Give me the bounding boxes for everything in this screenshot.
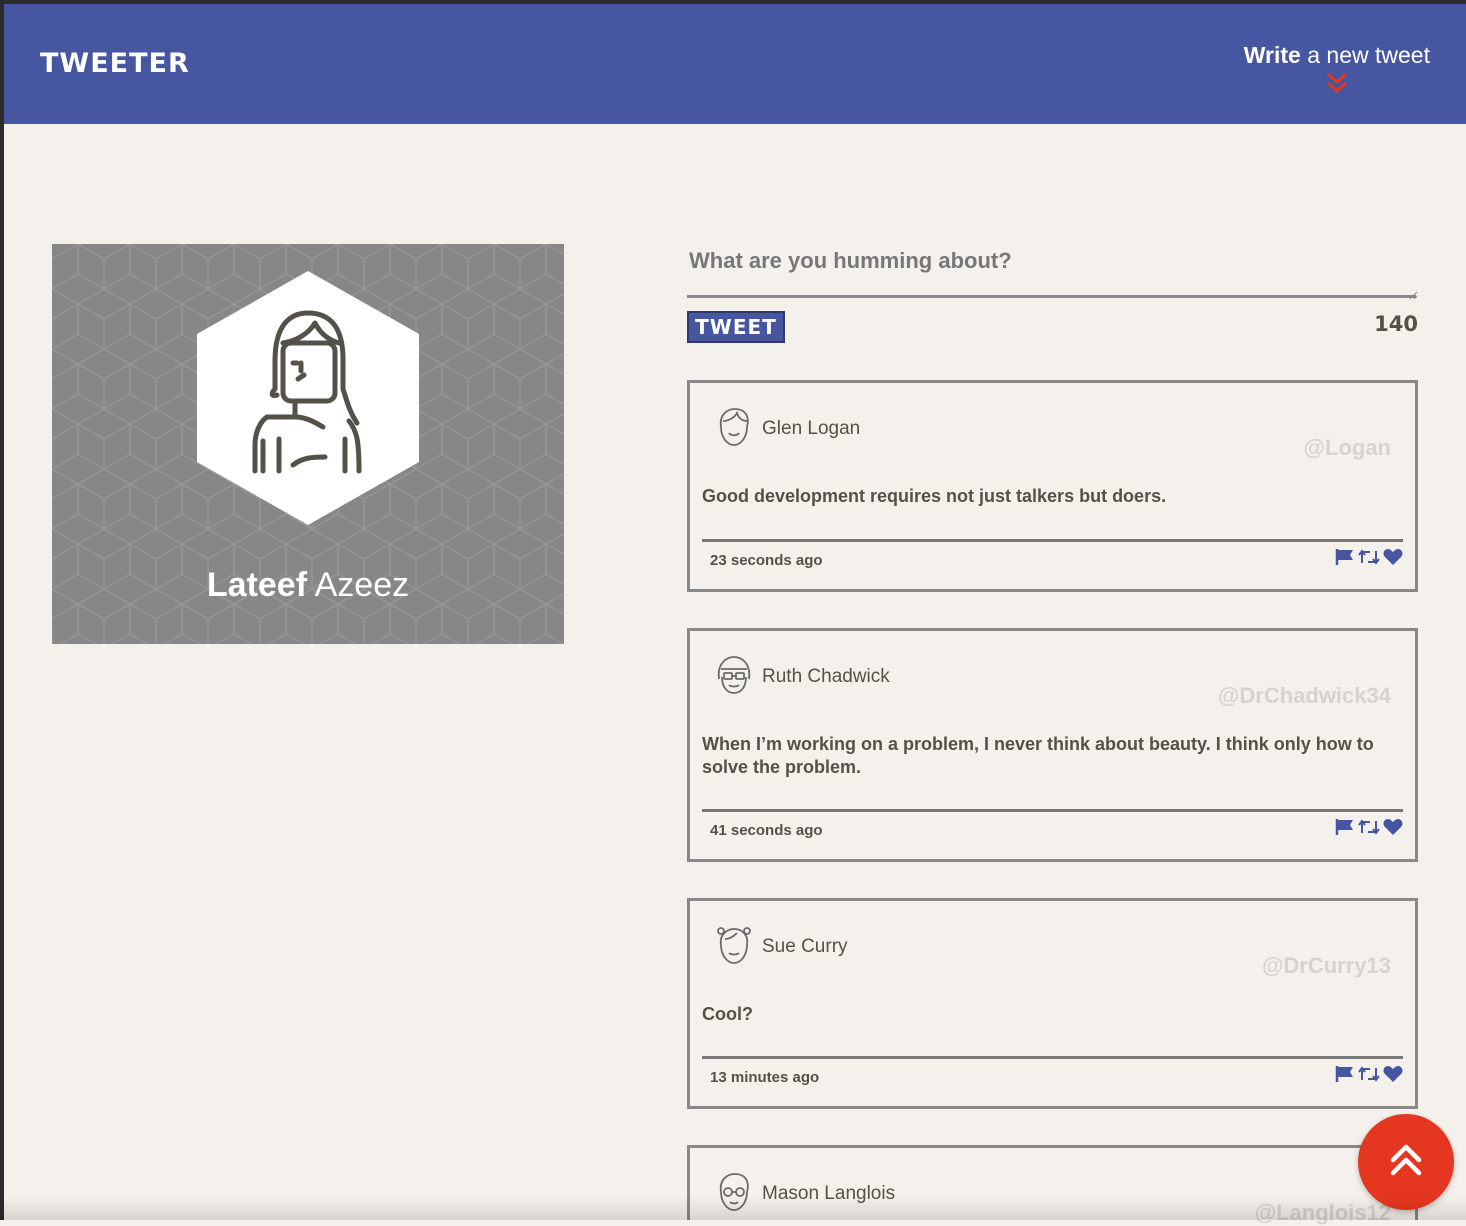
profile-name: Lateef Azeez: [52, 566, 564, 605]
tweet-timestamp: 41 seconds ago: [710, 822, 823, 839]
write-new-tweet-label: Write a new tweet: [1244, 42, 1430, 69]
tweet-author-handle: @DrChadwick34: [1217, 683, 1391, 708]
character-counter: 140: [1374, 312, 1418, 336]
tweet-card: Sue Curry @DrCurry13 Cool? 13 minutes ag…: [687, 898, 1418, 1109]
tweet-author-handle: @Langlois12: [1254, 1200, 1391, 1225]
flag-icon[interactable]: [1335, 818, 1355, 841]
tweet-footer: 13 minutes ago: [702, 1056, 1403, 1101]
tweet-actions: [1335, 818, 1403, 841]
profile-first-name: Lateef: [206, 566, 308, 604]
window-left-edge: [0, 0, 4, 1220]
profile-last-name: Azeez: [307, 566, 410, 604]
tweet-textarea[interactable]: [687, 244, 1416, 298]
tweet-text: When I’m working on a problem, I never t…: [702, 734, 1374, 777]
user-avatar-icon: [717, 927, 751, 964]
user-avatar-icon: [719, 408, 749, 446]
brand-logo[interactable]: TWEETER: [40, 48, 190, 79]
tweet-card: Mason Langlois @Langlois12: [687, 1145, 1418, 1225]
tweet-author-handle: @DrCurry13: [1261, 953, 1391, 978]
user-avatar-icon: [719, 1173, 749, 1211]
avatar-hexagon: [197, 271, 419, 525]
tweet-card: Glen Logan @Logan Good development requi…: [687, 380, 1418, 592]
tweet-timestamp: 13 minutes ago: [710, 1069, 820, 1086]
tweet-timestamp: 23 seconds ago: [710, 552, 823, 569]
retweet-icon[interactable]: [1358, 818, 1380, 841]
tweet-author-name: Glen Logan: [762, 418, 861, 439]
tweet-author-name: Ruth Chadwick: [762, 666, 890, 687]
tweet-composer: TWEET 140: [687, 244, 1418, 343]
double-chevron-up-icon: [1390, 1144, 1422, 1176]
tweet-text: Good development requires not just talke…: [702, 486, 1167, 506]
flag-icon[interactable]: [1335, 1065, 1355, 1088]
tweet-author-name: Sue Curry: [762, 936, 848, 957]
tweet-text: Cool?: [702, 1004, 753, 1024]
flag-icon[interactable]: [1335, 548, 1355, 571]
write-rest-text: a new tweet: [1300, 42, 1430, 68]
heart-icon[interactable]: [1383, 548, 1403, 571]
heart-icon[interactable]: [1383, 1065, 1403, 1088]
write-new-tweet-link[interactable]: Write a new tweet: [1244, 42, 1430, 94]
tweet-author-name: Mason Langlois: [762, 1183, 896, 1204]
tweet-author-handle: @Logan: [1303, 435, 1391, 460]
resize-grip-icon[interactable]: [1408, 290, 1418, 300]
heart-icon[interactable]: [1383, 818, 1403, 841]
tweet-actions: [1335, 1065, 1403, 1088]
double-chevron-down-icon: [1326, 72, 1347, 94]
tweet-footer: 41 seconds ago: [702, 809, 1403, 854]
tweet-footer: 23 seconds ago: [702, 539, 1403, 584]
profile-card: Lateef Azeez: [52, 244, 564, 644]
navbar: TWEETER Write a new tweet: [4, 4, 1466, 124]
write-bold-text: Write: [1243, 42, 1301, 68]
scroll-to-top-button[interactable]: [1358, 1114, 1454, 1210]
retweet-icon[interactable]: [1358, 1065, 1380, 1088]
tweet-submit-button[interactable]: TWEET: [687, 311, 785, 343]
tweet-actions: [1335, 548, 1403, 571]
user-avatar-icon: [717, 656, 751, 694]
tweet-card: Ruth Chadwick @DrChadwick34 When I’m wor…: [687, 628, 1418, 862]
retweet-icon[interactable]: [1358, 548, 1380, 571]
